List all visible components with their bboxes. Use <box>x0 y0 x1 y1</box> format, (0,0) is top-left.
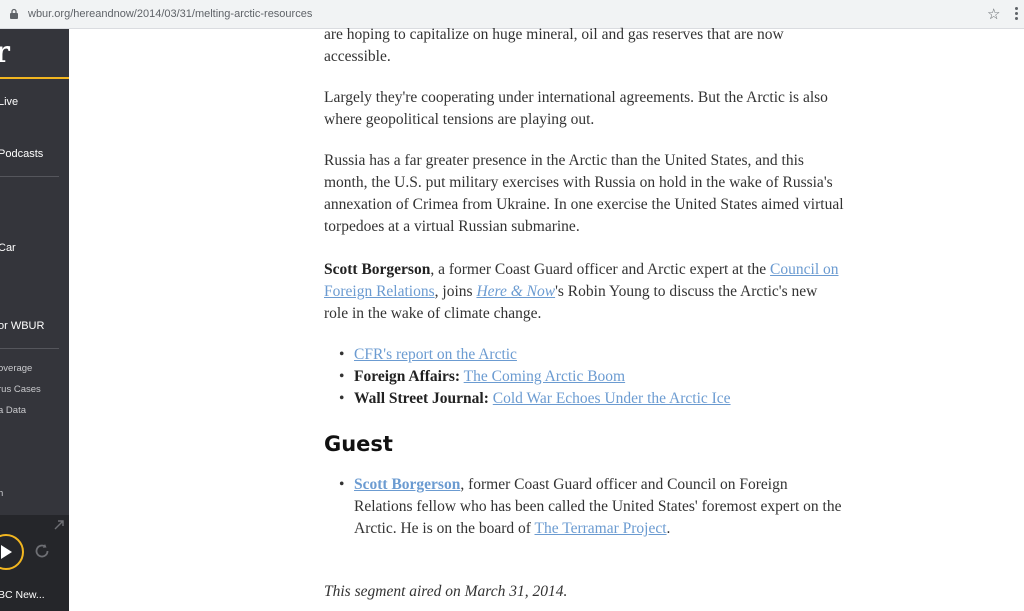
play-icon <box>1 545 12 559</box>
sidebar-item-podcasts[interactable]: Podcasts <box>0 148 43 160</box>
cfr-report-link[interactable]: CFR's report on the Arctic <box>354 346 517 363</box>
list-item: Scott Borgerson, former Coast Guard offi… <box>324 474 844 540</box>
source-label: Wall Street Journal: <box>354 390 489 407</box>
star-outline-icon[interactable]: ☆ <box>987 5 1000 23</box>
paragraph-text: , a former Coast Guard officer and Arcti… <box>430 261 771 278</box>
now-playing-title[interactable]: BC New... <box>0 589 45 601</box>
guest-description-end: . <box>666 520 671 537</box>
guest-heading: Guest <box>324 432 393 456</box>
list-item: Foreign Affairs: The Coming Arctic Boom <box>324 366 844 388</box>
sidebar-item-car[interactable]: Car <box>0 242 16 254</box>
guest-name-link[interactable]: Scott Borgerson <box>354 476 460 493</box>
cold-war-echoes-link[interactable]: Cold War Echoes Under the Arctic Ice <box>493 390 731 407</box>
here-and-now-link[interactable]: Here & Now <box>476 283 555 300</box>
sidebar-divider <box>0 176 59 177</box>
sidebar-item-coverage[interactable]: overage <box>0 363 32 374</box>
play-button[interactable] <box>0 534 24 570</box>
guest-list: Scott Borgerson, former Coast Guard offi… <box>324 474 844 540</box>
sidebar-item-live[interactable]: Live <box>0 96 18 108</box>
related-links-list: CFR's report on the Arctic Foreign Affai… <box>324 344 844 410</box>
vertical-dots-icon[interactable] <box>1014 5 1020 23</box>
audio-player: BC New... <box>0 515 69 611</box>
article-paragraph: Largely they're cooperating under intern… <box>324 89 828 128</box>
wbur-logo[interactable]: r <box>0 35 10 71</box>
expand-arrow-icon[interactable] <box>53 519 65 531</box>
list-item: Wall Street Journal: Cold War Echoes Und… <box>324 388 844 410</box>
article-paragraph: Scott Borgerson, a former Coast Guard of… <box>324 259 844 325</box>
sidebar-divider <box>0 348 59 349</box>
sidebar-item-h[interactable]: h <box>0 488 3 499</box>
article-paragraph: are hoping to capitalize on huge mineral… <box>324 26 784 65</box>
sidebar-item-support-wbur[interactable]: or WBUR <box>0 320 44 332</box>
url-text[interactable]: wbur.org/hereandnow/2014/03/31/melting-a… <box>28 8 312 20</box>
list-item: CFR's report on the Arctic <box>324 344 844 366</box>
sidebar: r Live Podcasts Car or WBUR overage rus … <box>0 29 69 611</box>
guest-name: Scott Borgerson <box>324 261 431 278</box>
logo-accent-line <box>0 77 69 79</box>
sidebar-item-data[interactable]: a Data <box>0 405 26 416</box>
sidebar-item-virus-cases[interactable]: rus Cases <box>0 384 41 395</box>
coming-arctic-boom-link[interactable]: The Coming Arctic Boom <box>464 368 625 385</box>
source-label: Foreign Affairs: <box>354 368 461 385</box>
paragraph-text: , joins <box>434 283 477 300</box>
replay-icon[interactable] <box>33 542 51 560</box>
article-paragraph: Russia has a far greater presence in the… <box>324 152 844 235</box>
terramar-project-link[interactable]: The Terramar Project <box>535 520 667 537</box>
lock-icon[interactable] <box>8 8 20 20</box>
segment-aired-note: This segment aired on March 31, 2014. <box>324 583 568 600</box>
